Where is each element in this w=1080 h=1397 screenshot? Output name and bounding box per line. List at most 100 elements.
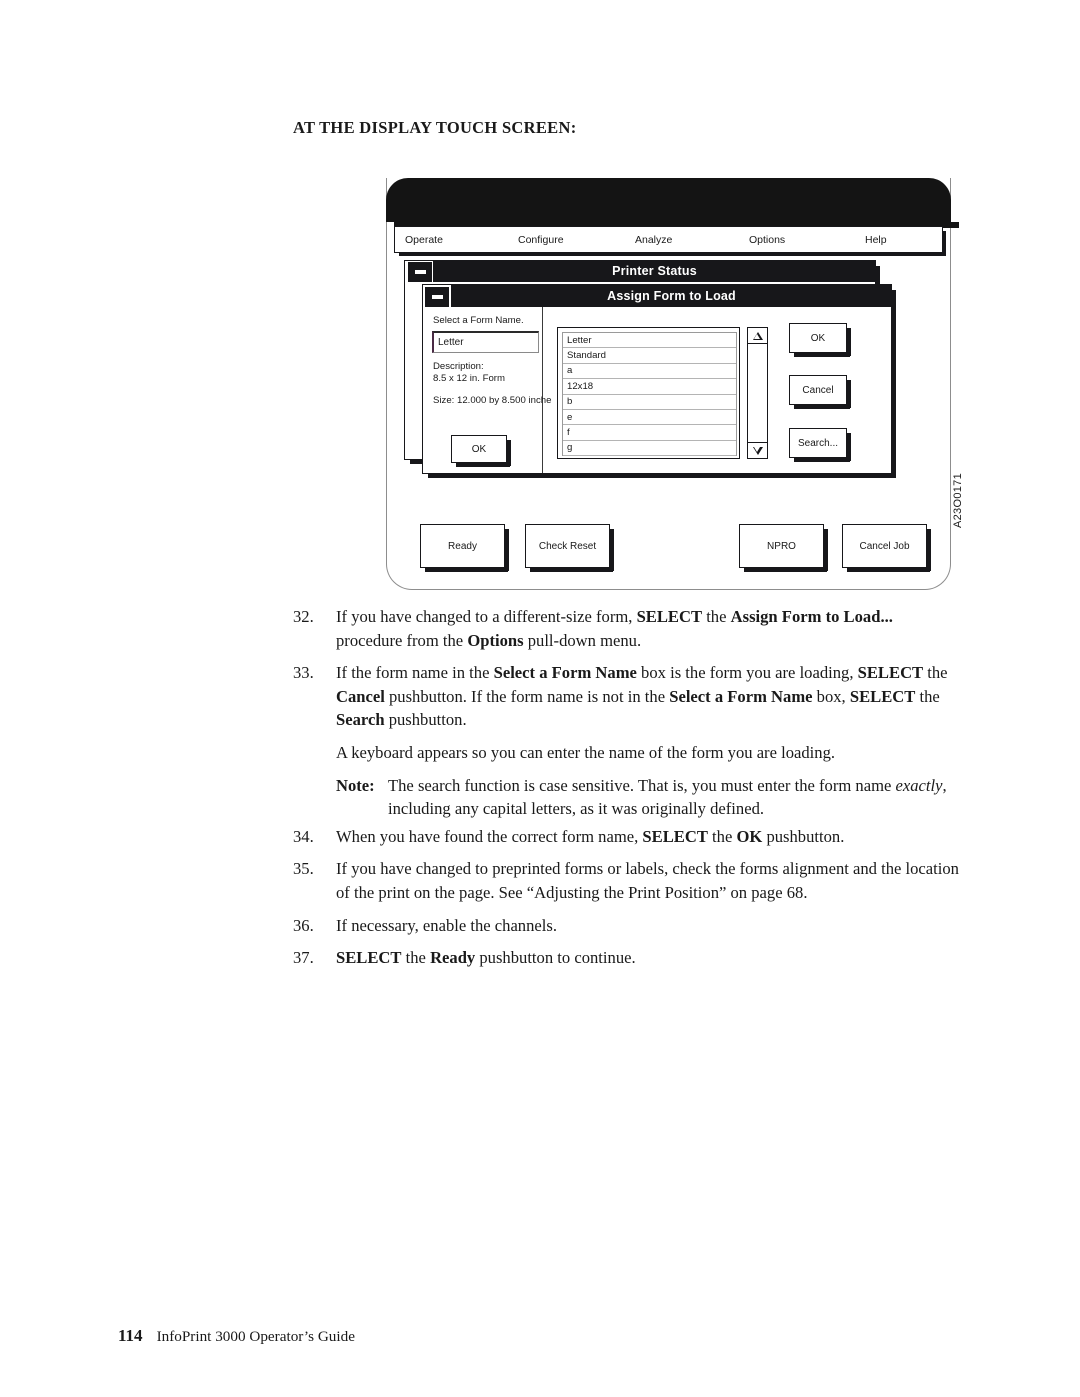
cancel-button[interactable]: Cancel bbox=[789, 375, 851, 409]
list-item[interactable]: 12x18 bbox=[563, 379, 736, 395]
page-footer: 114 InfoPrint 3000 Operator’s Guide bbox=[118, 1326, 355, 1346]
t: Select a Form Name bbox=[493, 663, 637, 683]
t: pushbutton to continue. bbox=[475, 948, 636, 968]
step-33-number: 33. bbox=[293, 663, 314, 683]
search-button[interactable]: Search... bbox=[789, 428, 851, 462]
panel-divider bbox=[542, 307, 544, 473]
list-item[interactable]: a bbox=[563, 364, 736, 380]
printer-status-minimize-icon[interactable] bbox=[407, 261, 433, 283]
note-label: Note: bbox=[336, 775, 375, 795]
t: the bbox=[707, 826, 737, 846]
step-34-text: When you have found the correct form nam… bbox=[336, 825, 960, 849]
t: Ready bbox=[430, 948, 476, 968]
t: Options bbox=[467, 630, 524, 650]
step-32-text: If you have changed to a different-size … bbox=[336, 605, 960, 652]
menu-bar: Operate Configure Analyze Options Help bbox=[394, 226, 946, 256]
cancel-job-button[interactable]: Cancel Job bbox=[842, 524, 931, 572]
t: pushbutton. bbox=[762, 826, 845, 846]
t: The search function is case sensitive. T… bbox=[388, 775, 896, 795]
step-37-number: 37. bbox=[293, 948, 314, 968]
step-34: 34. When you have found the correct form… bbox=[293, 825, 960, 849]
t: SELECT bbox=[336, 948, 402, 968]
step-33-text: If the form name in the Select a Form Na… bbox=[336, 661, 960, 732]
t: box, bbox=[812, 686, 850, 706]
form-name-input[interactable]: Letter bbox=[432, 331, 539, 353]
step-37-text: SELECT the Ready pushbutton to continue. bbox=[336, 946, 960, 970]
step-35-number: 35. bbox=[293, 859, 314, 879]
list-item[interactable]: Standard bbox=[563, 348, 736, 364]
description-value: 8.5 x 12 in. Form bbox=[433, 373, 505, 384]
list-item[interactable]: e bbox=[563, 410, 736, 426]
t: OK bbox=[736, 826, 763, 846]
ok-button[interactable]: OK bbox=[789, 323, 851, 357]
form-name-list[interactable]: Letter Standard a 12x18 b e f g bbox=[562, 332, 737, 457]
step-33: 33. If the form name in the Select a For… bbox=[293, 661, 960, 732]
t: box is the form you are loading, bbox=[636, 663, 858, 683]
select-form-name-label: Select a Form Name. bbox=[433, 315, 524, 326]
list-item[interactable]: g bbox=[563, 441, 736, 457]
step-35: 35. If you have changed to preprinted fo… bbox=[293, 857, 960, 904]
scroll-up-icon[interactable] bbox=[748, 328, 767, 344]
description-label: Description: bbox=[433, 361, 484, 372]
step-36-number: 36. bbox=[293, 915, 314, 935]
step-34-number: 34. bbox=[293, 826, 314, 846]
menu-item-options[interactable]: Options bbox=[749, 234, 785, 246]
t: When you have found the correct form nam… bbox=[336, 826, 643, 846]
note-text: The search function is case sensitive. T… bbox=[388, 774, 960, 821]
footer-page-number: 114 bbox=[118, 1326, 143, 1345]
display-touch-screen-figure: Operate Configure Analyze Options Help P… bbox=[386, 178, 959, 590]
page-heading: AT THE DISPLAY TOUCH SCREEN: bbox=[293, 118, 577, 137]
step-37: 37. SELECT the Ready pushbutton to conti… bbox=[293, 946, 960, 970]
t: Search bbox=[336, 710, 385, 730]
t: SELECT bbox=[636, 607, 703, 626]
list-item[interactable]: f bbox=[563, 425, 736, 441]
t: Select a Form Name bbox=[669, 686, 813, 706]
list-item[interactable]: Letter bbox=[563, 333, 736, 349]
t: SELECT bbox=[857, 663, 924, 683]
t: Assign Form to Load... bbox=[730, 607, 893, 626]
step-32: 32. If you have changed to a different-s… bbox=[293, 605, 960, 652]
scroll-down-icon[interactable] bbox=[748, 442, 767, 458]
t: the bbox=[923, 663, 948, 683]
menu-item-operate[interactable]: Operate bbox=[405, 234, 443, 246]
t: If you have changed to a different-size … bbox=[336, 607, 637, 626]
screen-top-band bbox=[386, 178, 951, 222]
note-block: Note: The search function is case sensit… bbox=[336, 774, 960, 821]
check-reset-button[interactable]: Check Reset bbox=[525, 524, 614, 572]
t: procedure from the bbox=[336, 630, 468, 650]
t: pushbutton. If the form name is not in t… bbox=[384, 686, 670, 706]
list-item[interactable]: b bbox=[563, 395, 736, 410]
instruction-steps: 32. If you have changed to a different-s… bbox=[293, 605, 960, 979]
footer-title: InfoPrint 3000 Operator’s Guide bbox=[156, 1328, 355, 1345]
t: SELECT bbox=[849, 686, 916, 706]
step-36: 36. If necessary, enable the channels. bbox=[293, 914, 960, 938]
t: the bbox=[401, 948, 431, 968]
t: pushbutton. bbox=[384, 710, 467, 730]
t: Cancel bbox=[336, 686, 385, 706]
form-name-listbox[interactable]: Letter Standard a 12x18 b e f g bbox=[557, 327, 740, 459]
menu-item-analyze[interactable]: Analyze bbox=[635, 234, 672, 246]
assign-form-titlebar: Assign Form to Load bbox=[451, 285, 892, 307]
figure-id-label: A23O0171 bbox=[952, 473, 964, 528]
t: SELECT bbox=[642, 826, 708, 846]
menu-item-help[interactable]: Help bbox=[865, 234, 887, 246]
menu-item-configure[interactable]: Configure bbox=[518, 234, 564, 246]
assign-form-minimize-icon[interactable] bbox=[424, 286, 450, 308]
step-35-text: If you have changed to preprinted forms … bbox=[336, 859, 959, 902]
assign-form-body: Select a Form Name. Letter Description: … bbox=[423, 307, 891, 473]
t: the bbox=[702, 607, 731, 626]
printer-status-titlebar: Printer Status bbox=[433, 260, 876, 282]
assign-form-left-ok-button[interactable]: OK bbox=[451, 435, 511, 467]
step-32-number: 32. bbox=[293, 607, 314, 626]
step-36-text: If necessary, enable the channels. bbox=[336, 915, 557, 935]
list-scrollbar[interactable] bbox=[747, 327, 768, 459]
size-value: Size: 12.000 by 8.500 inche bbox=[433, 395, 552, 406]
t: exactly bbox=[895, 775, 943, 795]
npro-button[interactable]: NPRO bbox=[739, 524, 828, 572]
ready-button[interactable]: Ready bbox=[420, 524, 509, 572]
assign-form-to-load-window: Assign Form to Load Select a Form Name. … bbox=[422, 284, 896, 478]
keyboard-appears-paragraph: A keyboard appears so you can enter the … bbox=[336, 742, 836, 762]
t: If the form name in the bbox=[336, 663, 494, 683]
t: the bbox=[915, 686, 940, 706]
t: pull-down menu. bbox=[523, 630, 642, 650]
